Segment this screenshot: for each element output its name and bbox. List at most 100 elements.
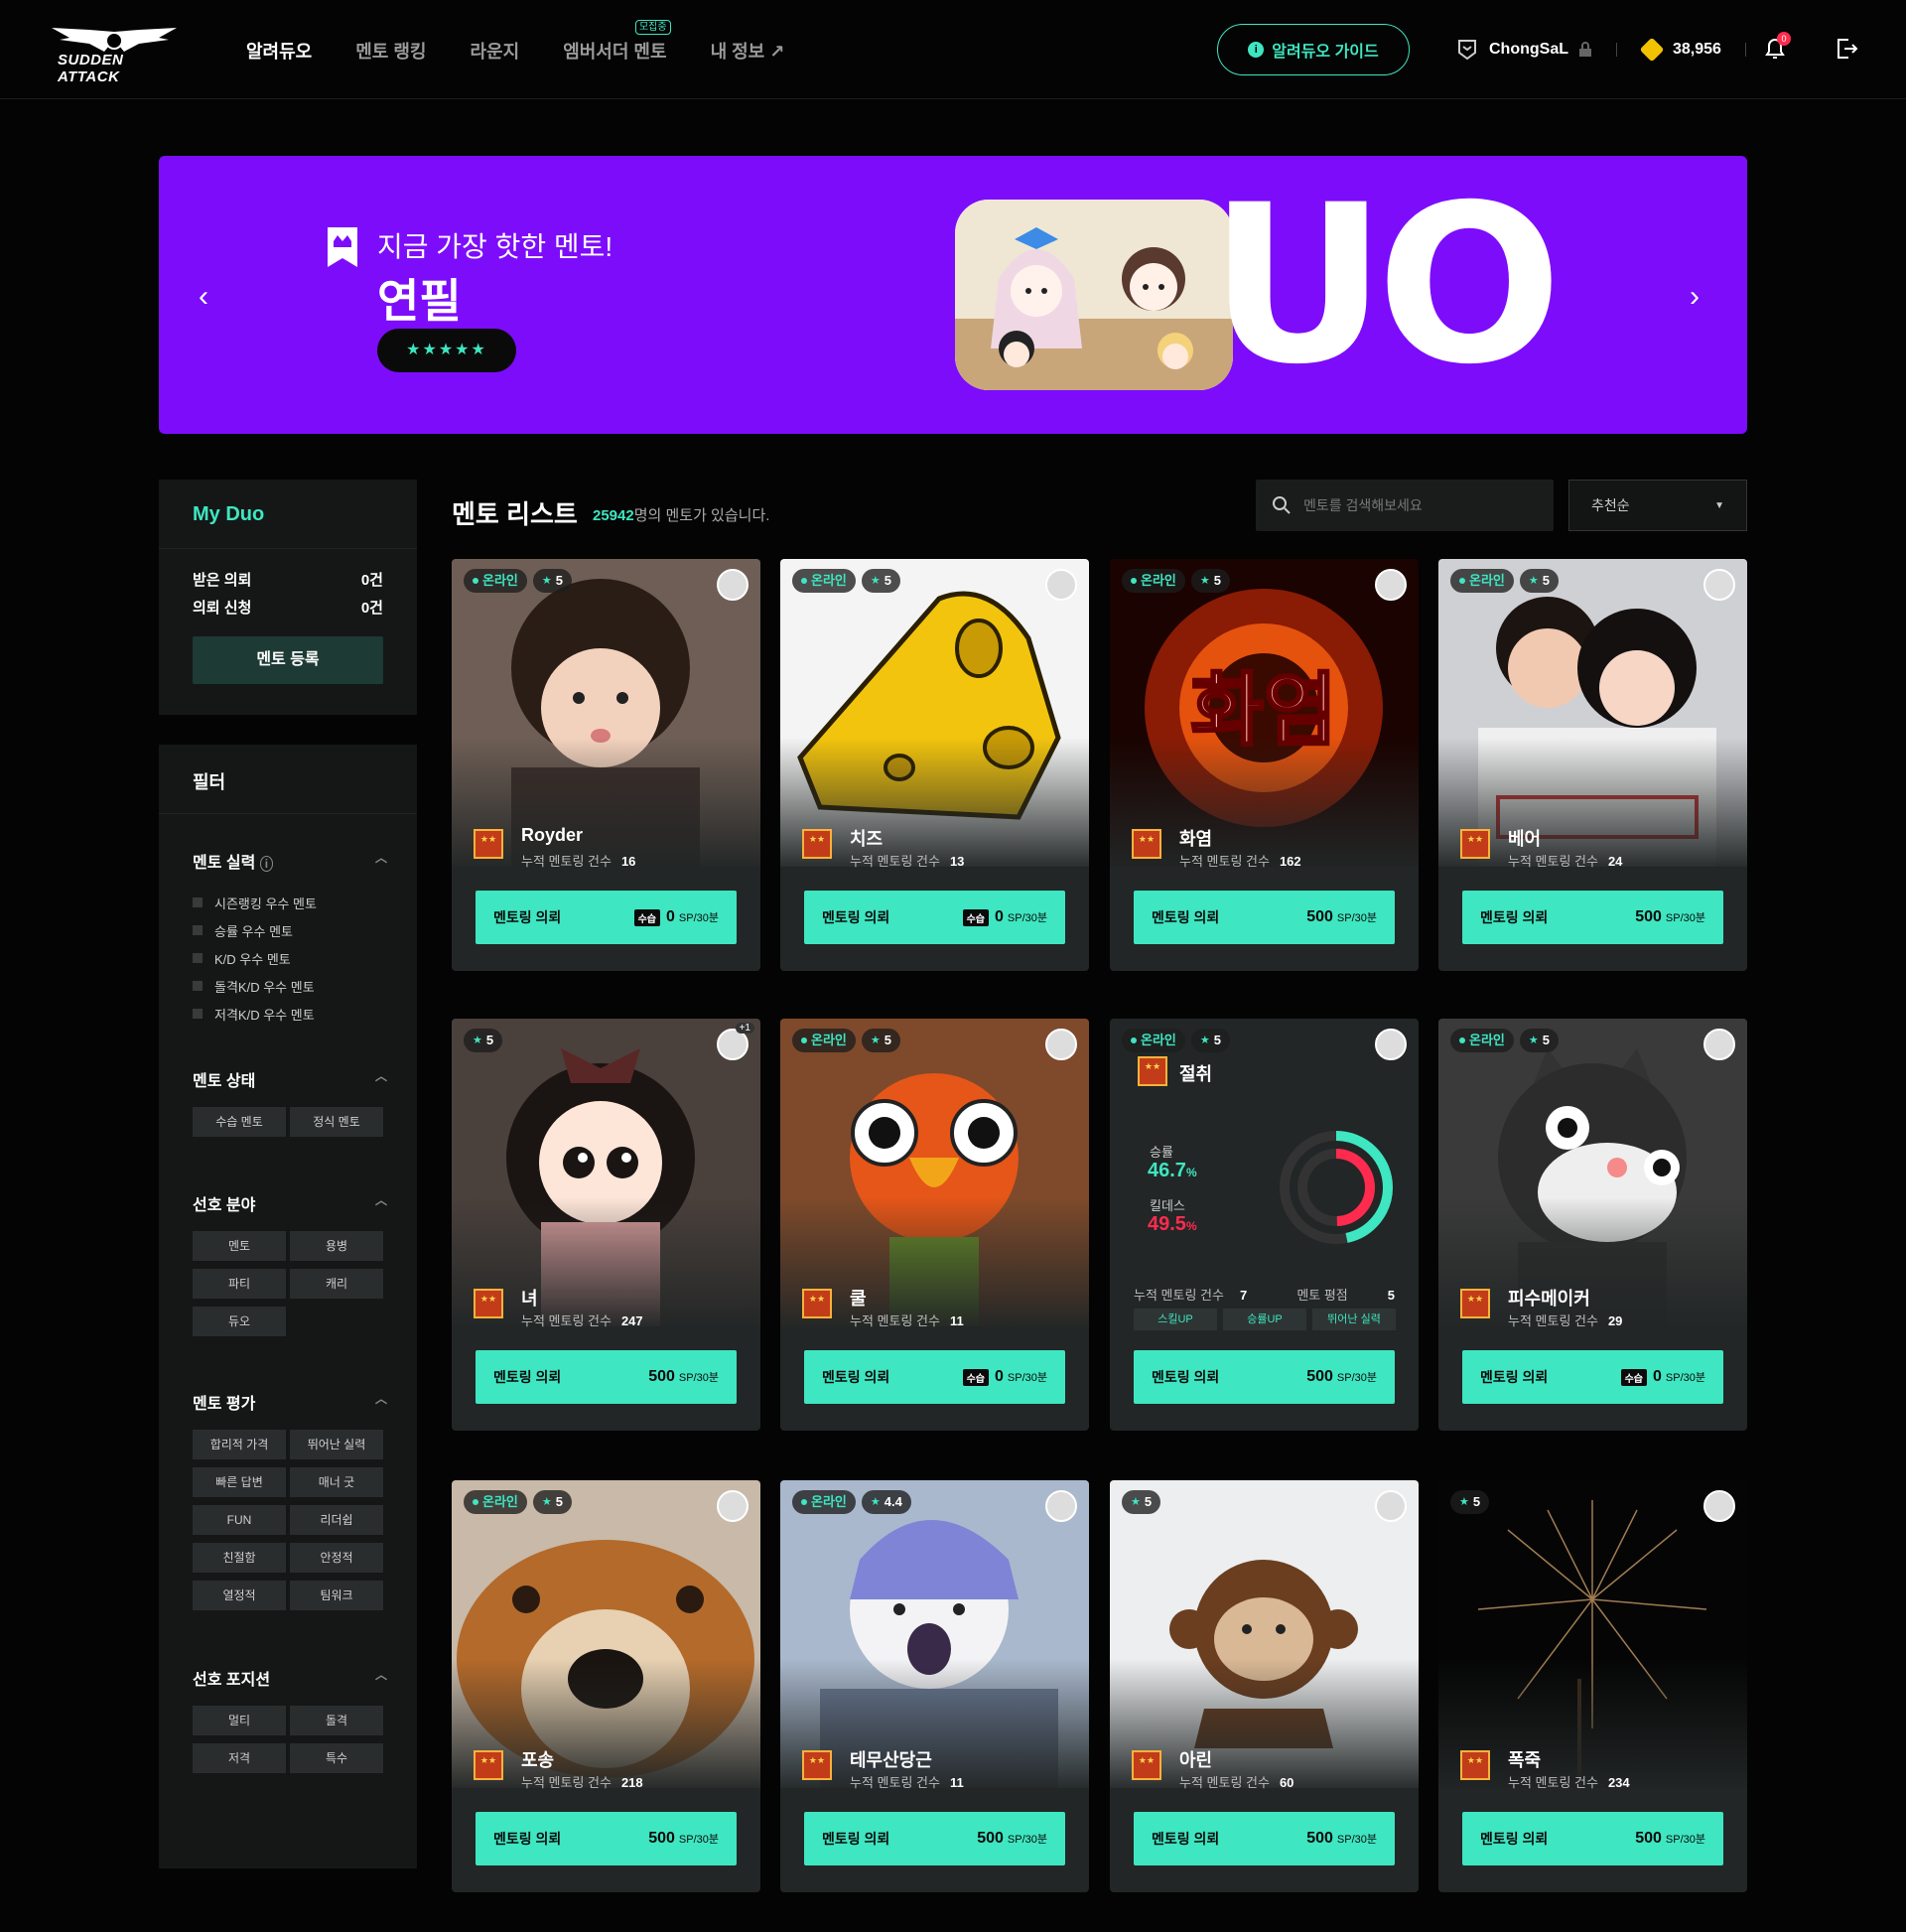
price-value: 500 — [1306, 908, 1333, 925]
checkbox[interactable] — [193, 897, 203, 907]
skill-option-kd[interactable]: K/D 우수 멘토 — [193, 944, 387, 972]
request-mentoring-button[interactable]: 멘토링 의뢰 500 SP/30분 — [476, 1812, 737, 1865]
mentor-card[interactable]: ★ 5 ★★ 아린 누적 멘토링 건수 60 멘토링 의뢰 500 SP/30분 — [1110, 1480, 1419, 1892]
mentor-card[interactable]: 온라인 ★ 5 ★★ 치즈 누적 멘토링 건수 13 멘토링 의뢰 수습 0 SP/30분 — [780, 559, 1089, 971]
request-mentoring-button[interactable]: 멘토링 의뢰 수습 0 SP/30분 — [804, 891, 1065, 944]
checkbox[interactable] — [193, 953, 203, 963]
request-mentoring-button[interactable]: 멘토링 의뢰 수습 0 SP/30분 — [1462, 1350, 1723, 1404]
info-icon[interactable]: i — [259, 856, 274, 872]
request-mentoring-button[interactable]: 멘토링 의뢰 500 SP/30분 — [1462, 891, 1723, 944]
hot-mentor-banner[interactable]: ‹ 지금 가장 핫한 멘토! 연필 ★★★★★ UO › — [159, 156, 1747, 434]
guide-button[interactable]: i 알려듀오 가이드 — [1217, 24, 1410, 75]
position-chip-sniper[interactable]: 저격 — [193, 1743, 286, 1773]
request-mentoring-button[interactable]: 멘토링 의뢰 500 SP/30분 — [1134, 891, 1395, 944]
lock-icon[interactable] — [1578, 42, 1592, 58]
request-mentoring-button[interactable]: 멘토링 의뢰 500 SP/30분 — [1134, 1812, 1395, 1865]
banner-tagline: 지금 가장 핫한 멘토! — [377, 231, 613, 262]
skill-option-winrate[interactable]: 승률 우수 멘토 — [193, 916, 387, 944]
field-chip-duo[interactable]: 듀오 — [193, 1307, 286, 1336]
status-chip-official[interactable]: 정식 멘토 — [290, 1107, 383, 1137]
chevron-up-icon[interactable]: ︿ — [375, 849, 387, 873]
logout-button[interactable] — [1835, 36, 1858, 62]
count-label: 누적 멘토링 건수 — [1508, 1775, 1598, 1790]
request-mentoring-button[interactable]: 멘토링 의뢰 500 SP/30분 — [804, 1812, 1065, 1865]
nav-mentor-ranking[interactable]: 멘토 랭킹 — [355, 38, 426, 64]
position-chip-multi[interactable]: 멀티 — [193, 1706, 286, 1735]
card-tags: 온라인 ★ 5 — [792, 569, 900, 593]
count-label: 누적 멘토링 건수 — [1508, 1313, 1598, 1328]
count-label: 누적 멘토링 건수 — [521, 1775, 612, 1790]
rating-chip[interactable]: 열정적 — [193, 1581, 286, 1610]
rating-chip[interactable]: 빠른 답변 — [193, 1467, 286, 1497]
checkbox[interactable] — [193, 981, 203, 991]
sent-requests[interactable]: 의뢰 신청 0건 — [159, 595, 417, 622]
rating-chip[interactable]: 합리적 가격 — [193, 1430, 286, 1459]
filter-status-header[interactable]: 멘토 상태 ︿ — [193, 1067, 387, 1091]
position-chip-assault[interactable]: 돌격 — [290, 1706, 383, 1735]
rank-icon: ★★ — [802, 1750, 832, 1780]
rank-icon: ★★ — [802, 829, 832, 859]
filter-rating-section: 멘토 평가 ︿ 합리적 가격 뛰어난 실력 빠른 답변 매너 굿 FUN 리더쉽 … — [193, 1390, 387, 1610]
chevron-up-icon[interactable]: ︿ — [375, 1191, 387, 1215]
nav-lounge[interactable]: 라운지 — [471, 38, 520, 64]
notification-button[interactable]: 0 — [1763, 32, 1791, 62]
checkbox[interactable] — [193, 925, 203, 935]
received-requests[interactable]: 받은 의뢰 0건 — [159, 567, 417, 595]
nav-ambassador-mentor[interactable]: 엠버서더 멘토 모집중 — [563, 20, 671, 64]
filter-skill-header[interactable]: 멘토 실력 i ︿ — [193, 849, 387, 873]
rating-chip[interactable]: 뛰어난 실력 — [290, 1430, 383, 1459]
rating-chip[interactable]: 매너 굿 — [290, 1467, 383, 1497]
username[interactable]: ChongSaL — [1489, 41, 1568, 59]
skill-option-sniper-kd[interactable]: 저격K/D 우수 멘토 — [193, 1000, 387, 1028]
field-chip-mercenary[interactable]: 용병 — [290, 1231, 383, 1261]
rating-chip[interactable]: 안정적 — [290, 1543, 383, 1573]
checkbox[interactable] — [193, 1009, 203, 1019]
request-label: 멘토링 의뢰 — [822, 1369, 890, 1385]
chevron-up-icon[interactable]: ︿ — [375, 1067, 387, 1091]
rating-chip[interactable]: 친절함 — [193, 1543, 286, 1573]
rating-chip[interactable]: 리더쉽 — [290, 1505, 383, 1535]
field-chip-party[interactable]: 파티 — [193, 1269, 286, 1299]
mentor-card[interactable]: 온라인 ★ 5 ★★ 피수메이커 누적 멘토링 건수 29 멘토링 의뢰 수습 0 SP/30분 — [1438, 1019, 1747, 1431]
chevron-up-icon[interactable]: ︿ — [375, 1390, 387, 1414]
position-chip-special[interactable]: 특수 — [290, 1743, 383, 1773]
request-mentoring-button[interactable]: 멘토링 의뢰 500 SP/30분 — [1462, 1812, 1723, 1865]
mentor-card[interactable]: 온라인 ★ 5 ★★ 절취 승률 46.7% 킬데스 49.5% 누적 멘토링 건수 7 멘토 평점 5… — [1110, 1019, 1419, 1431]
status-chip-trainee[interactable]: 수습 멘토 — [193, 1107, 286, 1137]
request-mentoring-button[interactable]: 멘토링 의뢰 수습 0 SP/30분 — [804, 1350, 1065, 1404]
mentor-card[interactable]: 온라인 ★ 5 ★★ 쿨 누적 멘토링 건수 11 멘토링 의뢰 수습 0 SP/30분 — [780, 1019, 1089, 1431]
mentor-card[interactable]: ★ 5 ★★ 폭죽 누적 멘토링 건수 234 멘토링 의뢰 500 SP/30분 — [1438, 1480, 1747, 1892]
skill-option-assault-kd[interactable]: 돌격K/D 우수 멘토 — [193, 972, 387, 1000]
field-chip-mentor[interactable]: 멘토 — [193, 1231, 286, 1261]
sudden-attack-logo[interactable]: SUDDEN ATTACK — [50, 28, 179, 85]
rating-chip[interactable]: 팀워크 — [290, 1581, 383, 1610]
banner-next-button[interactable]: › — [1690, 280, 1700, 314]
mentor-card[interactable]: 온라인 ★ 5 ★★ 베어 누적 멘토링 건수 24 멘토링 의뢰 500 SP/30분 — [1438, 559, 1747, 971]
filter-field-header[interactable]: 선호 분야 ︿ — [193, 1191, 387, 1215]
mentor-card[interactable]: 온라인 ★ 5 ★★ Royder 누적 멘토링 건수 16 멘토링 의뢰 수습 0 SP/30분 — [452, 559, 760, 971]
request-mentoring-button[interactable]: 멘토링 의뢰 500 SP/30분 — [1134, 1350, 1395, 1404]
nav-alryeoduo[interactable]: 알려듀오 — [246, 38, 312, 64]
filter-position-header[interactable]: 선호 포지션 ︿ — [193, 1666, 387, 1690]
search-input[interactable] — [1303, 497, 1532, 513]
request-mentoring-button[interactable]: 멘토링 의뢰 500 SP/30분 — [476, 1350, 737, 1404]
mentor-register-button[interactable]: 멘토 등록 — [193, 636, 383, 684]
mentor-card[interactable]: ★ 5 +1 ★★ 녀 누적 멘토링 건수 247 멘토링 의뢰 500 SP/30분 — [452, 1019, 760, 1431]
nav-my-info[interactable]: 내 정보 ↗ — [711, 38, 785, 64]
chevron-up-icon[interactable]: ︿ — [375, 1666, 387, 1690]
field-chip-carry[interactable]: 캐리 — [290, 1269, 383, 1299]
banner-prev-button[interactable]: ‹ — [199, 280, 208, 314]
request-label: 멘토링 의뢰 — [822, 1831, 890, 1847]
search-icon[interactable] — [1272, 495, 1292, 515]
skill-option-season-rank[interactable]: 시즌랭킹 우수 멘토 — [193, 889, 387, 916]
sort-select[interactable]: 추천순 ▼ — [1568, 480, 1747, 531]
request-mentoring-button[interactable]: 멘토링 의뢰 수습 0 SP/30분 — [476, 891, 737, 944]
crown-badge-icon — [328, 227, 357, 267]
mentor-card[interactable]: 온라인 ★ 4.4 ★★ 테무산당근 누적 멘토링 건수 11 멘토링 의뢰 500 SP/30분 — [780, 1480, 1089, 1892]
mentor-card[interactable]: 온라인 ★ 5 ★★ 포송 누적 멘토링 건수 218 멘토링 의뢰 500 SP/30분 — [452, 1480, 760, 1892]
rating-chip[interactable]: FUN — [193, 1505, 286, 1535]
filter-rating-header[interactable]: 멘토 평가 ︿ — [193, 1390, 387, 1414]
rating-value: 5 — [1542, 573, 1550, 588]
mentor-card[interactable]: 화염 온라인 ★ 5 ★★ 화염 누적 멘토링 건수 162 멘토링 의뢰 500 SP/30분 — [1110, 559, 1419, 971]
price: 500 SP/30분 — [648, 1830, 719, 1848]
